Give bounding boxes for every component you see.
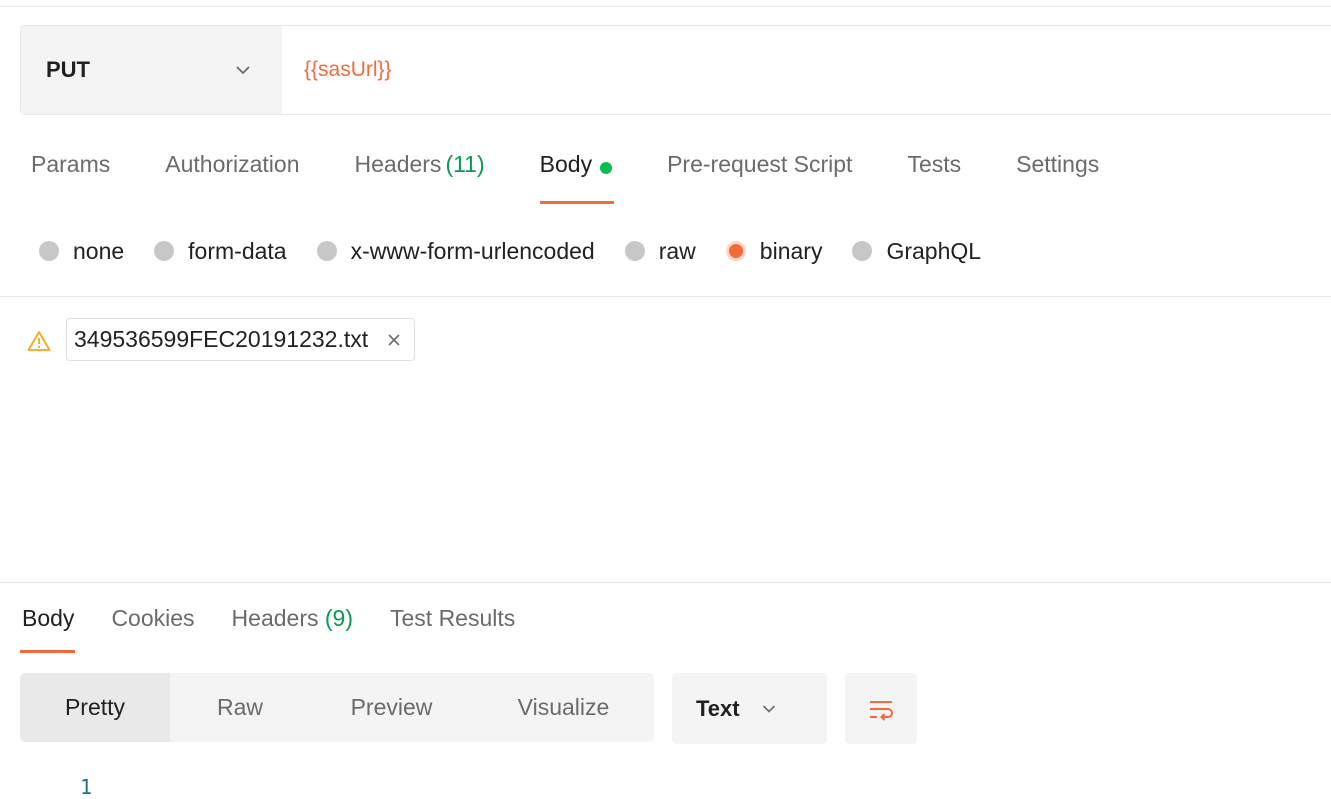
body-type-urlencoded[interactable]: x-www-form-urlencoded [316, 237, 595, 265]
request-tabs: Params Authorization Headers (11) Body P… [31, 151, 1154, 211]
view-mode-label: Visualize [517, 694, 610, 720]
tab-pre-request-script[interactable]: Pre-request Script [667, 151, 852, 211]
tab-label: Authorization [165, 151, 300, 177]
body-type-binary[interactable]: binary [725, 237, 823, 265]
tab-label: Pre-request Script [667, 151, 853, 177]
tab-body[interactable]: Body [539, 151, 615, 211]
radio-button-selected[interactable] [725, 241, 746, 261]
tab-label: Body [539, 151, 593, 177]
view-mode-toggle: Pretty Raw Preview Visualize [20, 673, 654, 742]
view-mode-pretty[interactable]: Pretty [20, 673, 170, 742]
tab-params[interactable]: Params [31, 151, 110, 211]
radio-label: x-www-form-urlencoded [350, 237, 595, 264]
radio-button[interactable] [316, 241, 337, 261]
active-tab-underline [20, 650, 76, 653]
chevron-down-icon [762, 704, 775, 713]
radio-label: raw [658, 237, 696, 264]
response-tab-cookies[interactable]: Cookies [111, 605, 194, 655]
radio-button[interactable] [852, 241, 873, 261]
url-text: {{sasUrl}} [304, 58, 392, 81]
tab-headers[interactable]: Headers (11) [355, 151, 485, 211]
view-mode-preview[interactable]: Preview [310, 673, 473, 742]
url-input[interactable]: {{sasUrl}} [282, 26, 1331, 114]
body-indicator-dot [600, 162, 613, 174]
radio-button[interactable] [154, 241, 175, 261]
body-type-form-data[interactable]: form-data [154, 237, 287, 265]
tab-label: Body [22, 605, 75, 631]
body-type-none[interactable]: none [39, 238, 124, 265]
tab-label: Settings [1016, 151, 1100, 177]
tab-authorization[interactable]: Authorization [165, 151, 299, 211]
format-select[interactable]: Text [672, 673, 827, 744]
file-chip[interactable]: 349536599FEC20191232.txt [66, 318, 416, 361]
tab-label: Tests [907, 151, 962, 177]
file-name: 349536599FEC20191232.txt [74, 326, 369, 352]
tab-label: Headers [231, 605, 319, 631]
warning-triangle-icon [27, 330, 51, 351]
format-label: Text [696, 695, 740, 721]
request-url-bar: PUT {{sasUrl}} [20, 25, 1331, 115]
method-label: PUT [46, 57, 90, 82]
wrap-lines-button[interactable] [845, 673, 917, 744]
method-select[interactable]: PUT [21, 26, 282, 114]
tab-count-badge: (9) [324, 605, 353, 631]
body-type-raw[interactable]: raw [624, 237, 696, 265]
response-tab-test-results[interactable]: Test Results [390, 605, 515, 655]
tab-count-badge: (11) [445, 151, 485, 177]
top-divider [0, 6, 1331, 7]
response-divider [0, 582, 1331, 583]
section-divider [0, 296, 1331, 297]
response-tab-headers[interactable]: Headers (9) [232, 605, 353, 655]
radio-button[interactable] [39, 241, 59, 261]
line-number: 1 [80, 775, 93, 799]
tab-label: Headers [354, 151, 442, 177]
body-type-options: none form-data x-www-form-urlencoded raw… [39, 235, 1011, 267]
wrap-lines-icon [870, 700, 893, 721]
radio-button[interactable] [624, 241, 645, 261]
radio-label: form-data [188, 237, 287, 264]
tab-settings[interactable]: Settings [1016, 151, 1099, 211]
response-tab-body[interactable]: Body [20, 605, 76, 655]
view-mode-label: Pretty [64, 694, 126, 720]
view-mode-label: Preview [350, 694, 433, 720]
radio-label: binary [759, 237, 823, 264]
response-tabs: Body Cookies Headers (9) Test Results [20, 605, 552, 655]
view-mode-label: Raw [216, 694, 263, 720]
close-icon[interactable] [386, 332, 402, 348]
tab-label: Params [31, 151, 111, 177]
tab-label: Test Results [390, 605, 516, 631]
radio-label: GraphQL [886, 237, 982, 264]
chevron-down-icon [236, 66, 250, 75]
radio-label: none [73, 237, 125, 264]
body-type-graphql[interactable]: GraphQL [852, 238, 981, 265]
tab-label: Cookies [111, 605, 195, 631]
view-mode-visualize[interactable]: Visualize [473, 673, 654, 742]
tab-tests[interactable]: Tests [907, 151, 961, 211]
view-mode-raw[interactable]: Raw [170, 673, 310, 742]
active-tab-underline [539, 201, 615, 204]
selected-file-row: 349536599FEC20191232.txt [27, 318, 416, 361]
